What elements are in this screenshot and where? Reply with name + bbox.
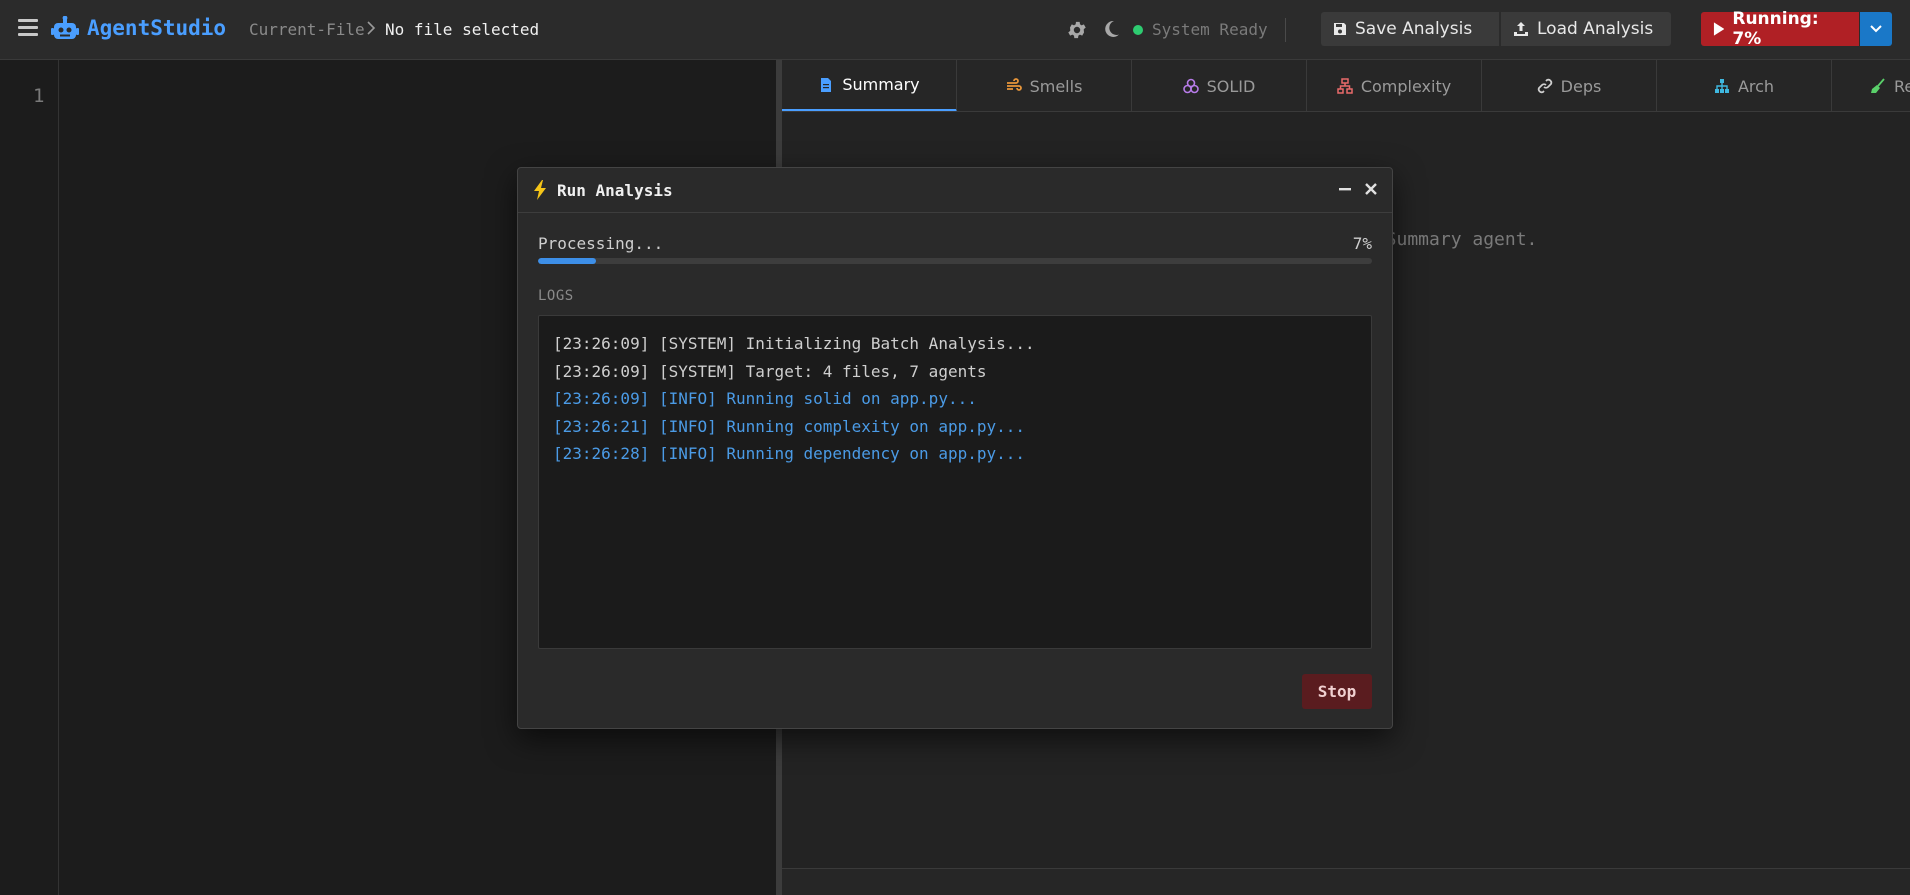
wind-icon xyxy=(1006,78,1022,91)
log-line: [23:26:09] [INFO] Running solid on app.p… xyxy=(553,389,977,408)
progress-bar-fill xyxy=(538,258,597,264)
top-bar: AgentStudio Current-File No file selecte… xyxy=(0,0,1910,60)
agent-tabs: Summary Smells SOLID Complexity Deps Arc… xyxy=(782,60,1910,112)
breadcrumb-root[interactable]: Current-File xyxy=(249,20,365,39)
dialog-title: Run Analysis xyxy=(557,181,673,200)
tab-deps[interactable]: Deps xyxy=(1482,60,1657,111)
status-indicator xyxy=(1133,25,1143,35)
broom-icon xyxy=(1871,78,1885,93)
progress-bar xyxy=(538,258,1372,264)
log-line: [23:26:28] [INFO] Running dependency on … xyxy=(553,444,1026,463)
chevron-right-icon xyxy=(367,21,376,35)
tab-label: Deps xyxy=(1560,76,1602,96)
tab-label: Complexity xyxy=(1360,76,1452,96)
run-button[interactable]: Running: 7% xyxy=(1701,9,1859,49)
tab-arch[interactable]: Arch xyxy=(1657,60,1832,111)
progress-label: Processing... xyxy=(538,234,664,253)
menu-icon[interactable] xyxy=(18,19,38,39)
tab-solid[interactable]: SOLID xyxy=(1132,60,1307,111)
log-output[interactable]: [23:26:09] [SYSTEM] Initializing Batch A… xyxy=(538,315,1372,649)
progress-percentage: 7% xyxy=(1352,234,1372,253)
floppy-icon xyxy=(1334,23,1346,35)
tab-label: SOLID xyxy=(1206,76,1256,96)
upload-icon xyxy=(1514,22,1528,36)
network-icon xyxy=(1714,79,1729,93)
tab-complexity[interactable]: Complexity xyxy=(1307,60,1482,111)
minimize-icon[interactable] xyxy=(1336,180,1354,198)
load-analysis-label: Load Analysis xyxy=(1537,19,1654,39)
breadcrumb-current: No file selected xyxy=(385,20,540,39)
moon-icon[interactable] xyxy=(1101,19,1121,39)
run-options-dropdown[interactable] xyxy=(1860,12,1892,46)
log-line: [23:26:21] [INFO] Running complexity on … xyxy=(553,416,1026,436)
tab-label: Arch xyxy=(1737,76,1775,96)
document-icon xyxy=(821,77,832,92)
sitemap-icon xyxy=(1337,78,1353,94)
logs-heading: LOGS xyxy=(538,288,574,304)
line-number: 1 xyxy=(33,85,45,107)
log-line: [23:26:09] [SYSTEM] Initializing Batch A… xyxy=(553,334,1035,353)
tab-refactor[interactable]: Re xyxy=(1832,60,1910,111)
line-gutter: 1 xyxy=(0,60,59,895)
app-logo-text: AgentStudio xyxy=(87,16,227,40)
link-icon xyxy=(1537,78,1552,94)
stop-button[interactable]: Stop xyxy=(1302,674,1372,709)
divider xyxy=(1285,18,1286,42)
play-icon xyxy=(1713,22,1725,36)
panel-footer xyxy=(782,868,1910,895)
robot-icon xyxy=(51,16,79,39)
tab-smells[interactable]: Smells xyxy=(957,60,1132,111)
gear-icon[interactable] xyxy=(1066,19,1088,41)
chevron-down-icon xyxy=(1870,25,1882,33)
run-analysis-dialog: Run Analysis Processing... 7% LOGS [23:2… xyxy=(517,167,1393,729)
close-icon[interactable] xyxy=(1362,180,1380,198)
tab-label: Smells xyxy=(1029,76,1083,96)
lightning-icon xyxy=(534,180,546,200)
run-status-label: Running: 7% xyxy=(1732,9,1819,49)
tab-label: Re xyxy=(1894,76,1910,96)
cubes-icon xyxy=(1182,78,1199,94)
status-text: System Ready xyxy=(1152,20,1268,39)
dialog-header[interactable]: Run Analysis xyxy=(518,168,1392,213)
tab-label: Summary xyxy=(842,75,920,94)
tab-summary[interactable]: Summary xyxy=(782,60,957,111)
save-analysis-button[interactable]: Save Analysis xyxy=(1321,12,1499,46)
save-analysis-label: Save Analysis xyxy=(1355,19,1473,39)
load-analysis-button[interactable]: Load Analysis xyxy=(1501,12,1671,46)
log-line: [23:26:09] [SYSTEM] Target: 4 files, 7 a… xyxy=(553,361,987,381)
